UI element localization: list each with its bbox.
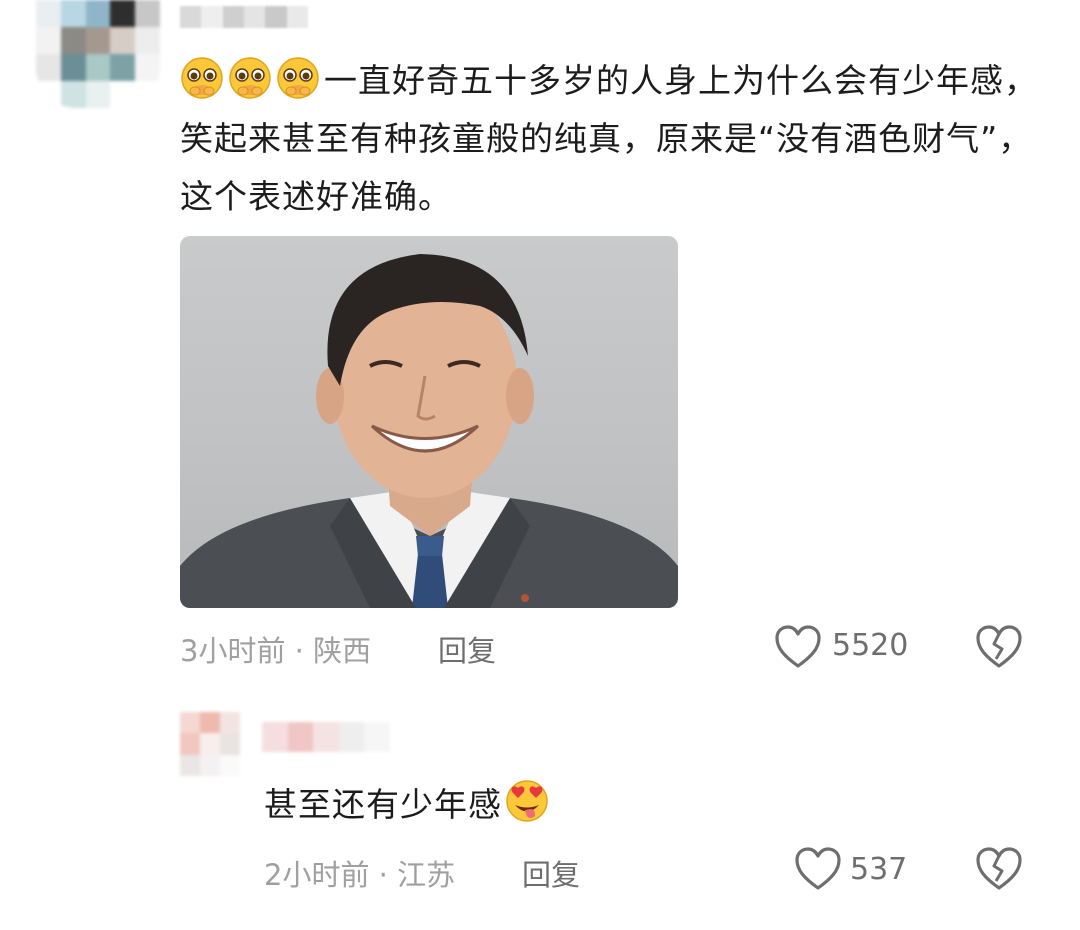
star-struck-tongue-icon [504, 778, 548, 822]
heart-icon[interactable] [794, 846, 842, 892]
username[interactable] [180, 6, 308, 28]
broken-heart-icon[interactable] [975, 846, 1023, 892]
avatar[interactable] [36, 0, 160, 108]
reply-text: 甚至还有少年感 [264, 776, 552, 834]
comment-time-location: 3小时前 · 陕西 [180, 634, 372, 668]
reply-body: 甚至还有少年感 [264, 785, 502, 824]
heart-icon[interactable] [774, 624, 822, 670]
reply-like-count: 537 [850, 852, 908, 887]
broken-heart-icon[interactable] [975, 624, 1023, 670]
reply-username[interactable] [262, 722, 390, 752]
reply-button[interactable]: 回复 [438, 628, 496, 670]
pleading-face-icon [228, 56, 272, 100]
comment-photo[interactable] [180, 236, 678, 608]
reply-time-location: 2小时前 · 江苏 [264, 858, 456, 892]
pleading-face-icon [180, 56, 224, 100]
pleading-face-icon [276, 56, 320, 100]
like-count: 5520 [832, 628, 909, 663]
reply-avatar[interactable] [180, 712, 240, 776]
comment-text: 一直好奇五十多岁的人身上为什么会有少年感，笑起来甚至有种孩童般的纯真，原来是“没… [180, 52, 1040, 226]
reply-to-reply-button[interactable]: 回复 [522, 852, 580, 894]
